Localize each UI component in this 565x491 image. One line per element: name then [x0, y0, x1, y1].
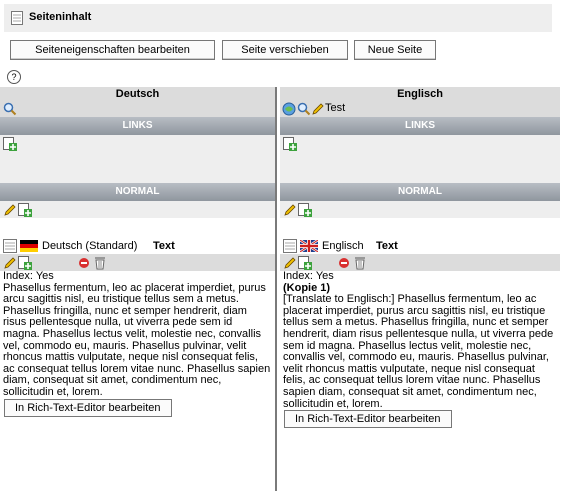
edit-pencil-icon[interactable]: [283, 256, 297, 270]
globe-refresh-icon[interactable]: [282, 102, 296, 116]
edit-pencil-icon[interactable]: [283, 203, 297, 217]
content-element-icon: [3, 239, 17, 253]
content-index: Index: Yes: [283, 270, 334, 282]
edit-pencil-icon[interactable]: [3, 256, 17, 270]
content-language-label: Englisch: [322, 240, 364, 252]
content-body-text: [Translate to Englisch:] Phasellus ferme…: [283, 293, 554, 410]
content-index: Index: Yes: [3, 270, 54, 282]
content-type-label: Text: [153, 240, 175, 252]
column-language-header: Deutsch: [0, 87, 275, 101]
hide-icon[interactable]: [78, 256, 92, 270]
section-normal-header: NORMAL: [0, 183, 275, 201]
section-normal-header: NORMAL: [280, 183, 560, 201]
flag-germany-icon: [20, 240, 38, 252]
content-type-label: Text: [376, 240, 398, 252]
hide-icon[interactable]: [338, 256, 352, 270]
delete-trash-icon[interactable]: [93, 256, 107, 270]
new-content-icon[interactable]: [18, 256, 32, 270]
column-language-header: Englisch: [280, 87, 560, 101]
column-divider: [275, 87, 277, 491]
edit-pencil-icon[interactable]: [311, 102, 325, 116]
content-element-toolbar: [280, 254, 560, 271]
column-toolbar: [0, 101, 275, 117]
new-page-button[interactable]: Neue Seite: [354, 40, 436, 60]
section-links-body: [280, 135, 560, 183]
search-icon[interactable]: [3, 102, 17, 116]
help-icon[interactable]: ?: [7, 70, 21, 84]
new-content-icon[interactable]: [18, 203, 32, 217]
edit-pencil-icon[interactable]: [3, 203, 17, 217]
move-page-button[interactable]: Seite verschieben: [222, 40, 348, 60]
page-icon: [11, 11, 23, 25]
section-normal-toolbar: [280, 201, 560, 218]
content-element-icon: [283, 239, 297, 253]
test-label: Test: [325, 102, 346, 114]
column-toolbar: Test: [280, 101, 560, 117]
rte-edit-button[interactable]: In Rich-Text-Editor bearbeiten: [4, 398, 172, 417]
new-content-icon[interactable]: [283, 137, 297, 151]
column-englisch: Englisch Test LINKS NORMAL Englisch Text…: [280, 87, 560, 429]
content-language-label: Deutsch (Standard): [42, 240, 138, 252]
section-links-body: [0, 135, 275, 183]
content-element-header: Englisch Text: [280, 238, 560, 254]
new-content-icon[interactable]: [298, 256, 312, 270]
page-title: Seiteninhalt: [29, 11, 92, 23]
delete-trash-icon[interactable]: [353, 256, 367, 270]
new-content-icon[interactable]: [3, 137, 17, 151]
section-links-header: LINKS: [280, 117, 560, 135]
new-content-icon[interactable]: [298, 203, 312, 217]
rte-edit-button[interactable]: In Rich-Text-Editor bearbeiten: [284, 410, 452, 429]
page-header: Seiteninhalt: [4, 4, 552, 32]
content-element-toolbar: [0, 254, 275, 271]
content-body-text: Phasellus fermentum, leo ac placerat imp…: [3, 281, 271, 398]
search-icon[interactable]: [297, 102, 311, 116]
content-element-header: Deutsch (Standard) Text: [0, 238, 275, 254]
flag-uk-icon: [300, 240, 318, 252]
section-links-header: LINKS: [0, 117, 275, 135]
section-normal-toolbar: [0, 201, 275, 218]
edit-page-properties-button[interactable]: Seiteneigenschaften bearbeiten: [10, 40, 215, 60]
column-deutsch: Deutsch LINKS NORMAL Deutsch (Standard) …: [0, 87, 275, 417]
